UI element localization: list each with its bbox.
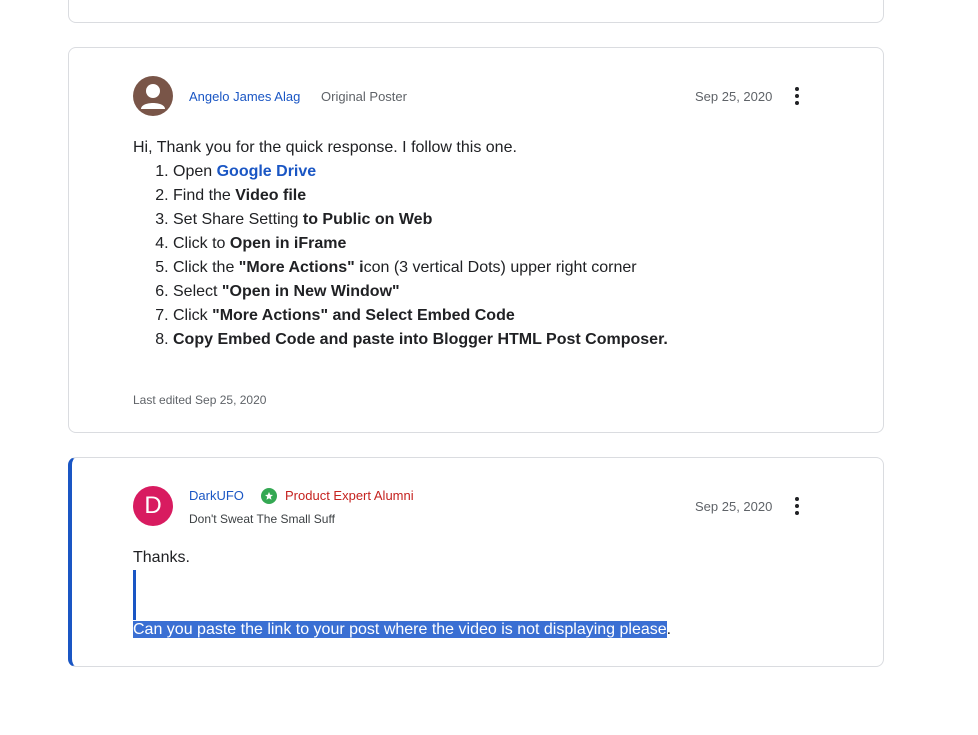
google-drive-link[interactable]: Google Drive [217,163,317,180]
last-edited-label: Last edited Sep 25, 2020 [133,393,267,407]
product-expert-badge: Product Expert Alumni [285,488,414,503]
list-item: Open Google Drive [173,160,833,184]
more-vertical-icon[interactable] [787,84,807,108]
previous-post-card [68,0,884,23]
list-item: Click the "More Actions" icon (3 vertica… [173,256,833,280]
post-date: Sep 25, 2020 [695,499,773,514]
author-name[interactable]: DarkUFO [189,488,244,503]
list-item: Set Share Setting to Public on Web [173,208,833,232]
reply-card-expert: D DarkUFO Product Expert Alumni Don't Sw… [68,457,884,667]
list-item: Click "More Actions" and Select Embed Co… [173,304,833,328]
list-item: Find the Video file [173,184,833,208]
selected-text: Can you paste the link to your post wher… [133,621,667,638]
post-date: Sep 25, 2020 [695,89,773,104]
post-intro: Hi, Thank you for the quick response. I … [133,139,517,156]
reply-card-original-poster: Angelo James Alag Original Poster Sep 25… [68,47,884,433]
reply-thanks: Thanks. [133,549,190,566]
post-body: Hi, Thank you for the quick response. I … [133,136,833,352]
more-vertical-icon[interactable] [787,494,807,518]
list-item: Click to Open in iFrame [173,232,833,256]
reply-question: Can you paste the link to your post wher… [133,621,672,638]
person-avatar-icon[interactable] [133,76,173,116]
user-tagline: Don't Sweat The Small Suff [189,512,335,526]
quote-bar [133,570,136,620]
list-item: Select "Open in New Window" [173,280,833,304]
avatar[interactable]: D [133,486,173,526]
steps-list: Open Google Drive Find the Video file Se… [133,160,833,352]
list-item: Copy Embed Code and paste into Blogger H… [173,328,833,352]
original-poster-label: Original Poster [321,89,407,104]
expert-badge-icon [261,488,277,504]
author-name[interactable]: Angelo James Alag [189,89,300,104]
